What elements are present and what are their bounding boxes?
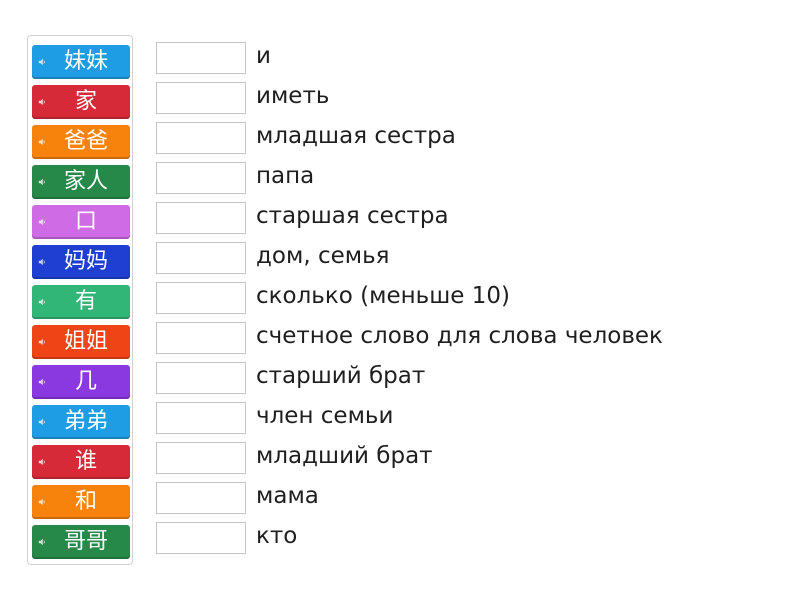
word-tile[interactable]: 妹妹 bbox=[32, 45, 130, 79]
definition-label: папа bbox=[256, 163, 315, 189]
speaker-icon[interactable] bbox=[38, 445, 48, 479]
definition-label: счетное слово для слова человек bbox=[256, 323, 663, 349]
answer-slot[interactable] bbox=[156, 42, 246, 74]
answer-slot[interactable] bbox=[156, 402, 246, 434]
answer-slot[interactable] bbox=[156, 162, 246, 194]
speaker-icon[interactable] bbox=[38, 245, 48, 279]
speaker-icon[interactable] bbox=[38, 325, 48, 359]
speaker-icon[interactable] bbox=[38, 205, 48, 239]
speaker-icon[interactable] bbox=[38, 525, 48, 559]
word-tile[interactable]: 哥哥 bbox=[32, 525, 130, 559]
speaker-icon[interactable] bbox=[38, 165, 48, 199]
answer-slot[interactable] bbox=[156, 322, 246, 354]
speaker-icon[interactable] bbox=[38, 405, 48, 439]
word-tile[interactable]: 爸爸 bbox=[32, 125, 130, 159]
speaker-icon[interactable] bbox=[38, 125, 48, 159]
answer-slot[interactable] bbox=[156, 282, 246, 314]
definition-label: сколько (меньше 10) bbox=[256, 283, 510, 309]
speaker-icon[interactable] bbox=[38, 45, 48, 79]
word-tile[interactable]: 家人 bbox=[32, 165, 130, 199]
answer-slot[interactable] bbox=[156, 242, 246, 274]
answer-slot[interactable] bbox=[156, 122, 246, 154]
speaker-icon[interactable] bbox=[38, 485, 48, 519]
answer-slot[interactable] bbox=[156, 522, 246, 554]
word-bank: 妹妹家爸爸家人口妈妈有姐姐几弟弟谁和哥哥 bbox=[27, 35, 133, 565]
definition-label: кто bbox=[256, 523, 298, 549]
speaker-icon[interactable] bbox=[38, 365, 48, 399]
word-tile[interactable]: 姐姐 bbox=[32, 325, 130, 359]
answer-slot[interactable] bbox=[156, 82, 246, 114]
word-tile[interactable]: 妈妈 bbox=[32, 245, 130, 279]
speaker-icon[interactable] bbox=[38, 285, 48, 319]
word-tile[interactable]: 弟弟 bbox=[32, 405, 130, 439]
answer-slot[interactable] bbox=[156, 362, 246, 394]
definition-label: младший брат bbox=[256, 443, 433, 469]
definition-label: и bbox=[256, 43, 271, 69]
word-tile[interactable]: 家 bbox=[32, 85, 130, 119]
speaker-icon[interactable] bbox=[38, 85, 48, 119]
definition-label: иметь bbox=[256, 83, 330, 109]
definition-label: мама bbox=[256, 483, 319, 509]
definition-label: член семьи bbox=[256, 403, 394, 429]
word-tile[interactable]: 有 bbox=[32, 285, 130, 319]
answer-slot[interactable] bbox=[156, 202, 246, 234]
word-tile[interactable]: 几 bbox=[32, 365, 130, 399]
word-tile[interactable]: 谁 bbox=[32, 445, 130, 479]
word-tile[interactable]: 和 bbox=[32, 485, 130, 519]
definition-label: младшая сестра bbox=[256, 123, 456, 149]
definition-label: старшая сестра bbox=[256, 203, 449, 229]
answer-slot[interactable] bbox=[156, 442, 246, 474]
definition-label: старший брат bbox=[256, 363, 426, 389]
word-tile[interactable]: 口 bbox=[32, 205, 130, 239]
answer-slot[interactable] bbox=[156, 482, 246, 514]
definition-label: дом, семья bbox=[256, 243, 390, 269]
